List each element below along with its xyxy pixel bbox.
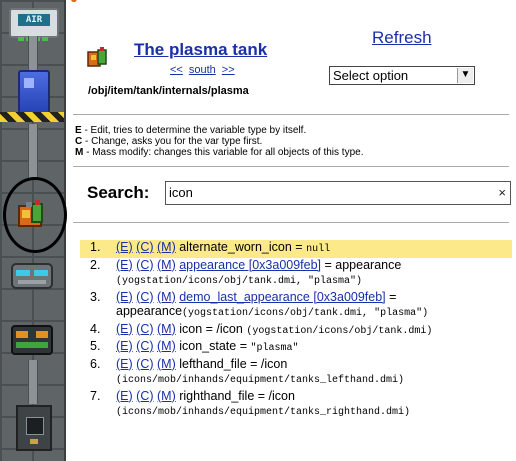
variable-value: null bbox=[306, 244, 331, 255]
pipe-segment bbox=[28, 124, 38, 180]
option-select[interactable]: Select option ▼ bbox=[329, 66, 475, 85]
row-number: 5. bbox=[90, 339, 101, 353]
row-number: 3. bbox=[90, 289, 101, 304]
variable-detail: (yogstation/icons/obj/tank.dmi, "plasma"… bbox=[182, 308, 429, 319]
edit-link[interactable]: (E) bbox=[116, 357, 133, 371]
change-link[interactable]: (C) bbox=[136, 322, 153, 336]
air-alarm-label: AIR bbox=[18, 14, 50, 26]
variable-value: /icon bbox=[216, 321, 243, 336]
variable-detail: (yogstation/icons/obj/tank.dmi, "plasma"… bbox=[116, 276, 363, 287]
pipe-segment bbox=[28, 36, 38, 70]
variable-name: alternate_worn_icon bbox=[179, 240, 292, 254]
help-line-mass-modify: M - Mass modify: changes this variable f… bbox=[75, 147, 364, 158]
mass-modify-link[interactable]: (M) bbox=[157, 240, 176, 254]
divider bbox=[73, 114, 509, 115]
selected-sprite-ring bbox=[3, 177, 67, 253]
type-path: /obj/item/tank/internals/plasma bbox=[88, 85, 249, 97]
variable-row: 4. (E) (C) (M) icon = /icon (yogstation/… bbox=[80, 322, 512, 340]
variable-name: lefthand_file bbox=[179, 356, 247, 371]
direction-nav: << south >> bbox=[170, 64, 235, 76]
variable-row: 2. (E) (C) (M) appearance [0x3a009feb] =… bbox=[80, 258, 512, 290]
edit-link[interactable]: (E) bbox=[116, 339, 133, 353]
emergency-tank-sprite[interactable] bbox=[8, 322, 56, 358]
clear-search-icon[interactable]: × bbox=[498, 182, 506, 204]
row-number: 7. bbox=[90, 388, 101, 403]
pipe-segment bbox=[28, 360, 38, 404]
search-input[interactable]: icon × bbox=[165, 181, 511, 205]
variable-value: appearance bbox=[116, 304, 183, 318]
change-link[interactable]: (C) bbox=[136, 240, 153, 254]
change-link[interactable]: (C) bbox=[136, 389, 153, 403]
variable-name: righthand_file bbox=[179, 388, 255, 403]
air-alarm-sprite[interactable]: AIR bbox=[9, 8, 59, 41]
nav-next-link[interactable]: >> bbox=[222, 64, 235, 76]
variable-row: 6. (E) (C) (M) lefthand_file = /icon (ic… bbox=[80, 357, 512, 389]
edit-link[interactable]: (E) bbox=[116, 240, 133, 254]
nav-direction-link[interactable]: south bbox=[189, 64, 216, 76]
divider bbox=[73, 166, 509, 167]
mass-modify-link[interactable]: (M) bbox=[157, 258, 176, 272]
edit-link[interactable]: (E) bbox=[116, 258, 133, 272]
search-label: Search: bbox=[87, 183, 150, 202]
variable-detail: (icons/mob/inhands/equipment/tanks_lefth… bbox=[116, 375, 405, 386]
mass-modify-link[interactable]: (M) bbox=[157, 322, 176, 336]
variable-row: 5. (E) (C) (M) icon_state = "plasma" bbox=[80, 339, 512, 357]
variable-detail: (yogstation/icons/obj/tank.dmi) bbox=[246, 325, 433, 337]
help-line-edit: E - Edit, tries to determine the variabl… bbox=[75, 125, 307, 136]
option-select-value: Select option bbox=[333, 68, 409, 83]
edit-link[interactable]: (E) bbox=[116, 389, 133, 403]
equals-sign: = bbox=[202, 321, 217, 336]
help-line-change: C - Change, asks you for the var type fi… bbox=[75, 136, 263, 147]
variable-row: 1. (E) (C) (M) alternate_worn_icon = nul… bbox=[80, 240, 512, 258]
row-number: 4. bbox=[90, 321, 101, 336]
variable-name: icon_state bbox=[179, 339, 237, 353]
variable-name: icon bbox=[179, 321, 203, 336]
mass-modify-link[interactable]: (M) bbox=[157, 290, 176, 304]
row-number: 1. bbox=[90, 240, 101, 254]
variable-value: appearance bbox=[335, 257, 402, 272]
mass-modify-link[interactable]: (M) bbox=[157, 339, 176, 353]
help-legend: E - Edit, tries to determine the variabl… bbox=[75, 125, 363, 158]
edit-link[interactable]: (E) bbox=[116, 322, 133, 336]
change-link[interactable]: (C) bbox=[136, 339, 153, 353]
equals-sign: = bbox=[321, 257, 336, 272]
variable-name-link[interactable]: demo_last_appearance [0x3a009feb] bbox=[179, 290, 385, 304]
variable-row: 3. (E) (C) (M) demo_last_appearance [0x3… bbox=[80, 290, 512, 322]
top-cutoff-text: ● bbox=[70, 0, 78, 6]
item-title-link[interactable]: The plasma tank bbox=[134, 40, 267, 60]
variable-value: /icon bbox=[268, 388, 295, 403]
mass-modify-link[interactable]: (M) bbox=[157, 357, 176, 371]
variable-list: 1. (E) (C) (M) alternate_worn_icon = nul… bbox=[80, 240, 512, 421]
equals-sign: = bbox=[254, 388, 269, 403]
hazard-stripe bbox=[0, 112, 64, 122]
equals-sign: = bbox=[236, 339, 251, 353]
divider bbox=[73, 222, 509, 223]
change-link[interactable]: (C) bbox=[136, 290, 153, 304]
edit-link[interactable]: (E) bbox=[116, 290, 133, 304]
row-number: 2. bbox=[90, 257, 101, 272]
variable-value: /icon bbox=[260, 356, 288, 371]
gas-canister-sprite[interactable] bbox=[18, 70, 50, 114]
circuit-board-sprite[interactable] bbox=[16, 405, 52, 451]
equals-sign: = bbox=[246, 356, 261, 371]
variable-name-link[interactable]: appearance [0x3a009feb] bbox=[179, 258, 321, 272]
variable-detail: (icons/mob/inhands/equipment/tanks_right… bbox=[116, 407, 411, 418]
refresh-link[interactable]: Refresh bbox=[372, 28, 432, 48]
chevron-down-icon: ▼ bbox=[457, 68, 473, 83]
mass-modify-link[interactable]: (M) bbox=[157, 389, 176, 403]
plasma-tank-icon bbox=[87, 47, 107, 67]
change-link[interactable]: (C) bbox=[136, 357, 153, 371]
variable-value: "plasma" bbox=[250, 343, 299, 354]
jetpack-sprite[interactable] bbox=[8, 258, 56, 294]
sprite-strip: AIR bbox=[0, 0, 67, 461]
equals-sign: = bbox=[385, 289, 397, 304]
equals-sign: = bbox=[291, 240, 307, 254]
nav-prev-link[interactable]: << bbox=[170, 64, 183, 76]
variable-row: 7. (E) (C) (M) righthand_file = /icon (i… bbox=[80, 389, 512, 421]
search-input-value: icon bbox=[169, 185, 193, 200]
row-number: 6. bbox=[90, 356, 101, 371]
change-link[interactable]: (C) bbox=[136, 258, 153, 272]
